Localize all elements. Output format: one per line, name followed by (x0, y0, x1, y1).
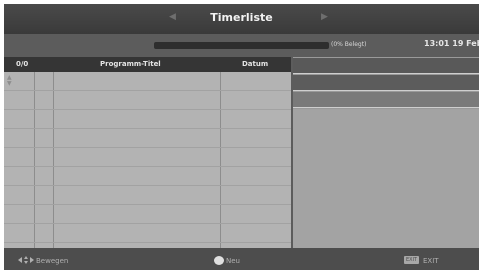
right-arrow-icon[interactable]: ▶ (321, 12, 328, 22)
bottom-hint-bar: Bewegen Neu EXIT EXIT (4, 248, 479, 270)
table-row[interactable] (4, 109, 291, 110)
table-row[interactable] (4, 90, 291, 91)
column-programm-titel: Programm-Titel (100, 60, 161, 68)
white-button-icon[interactable] (214, 256, 224, 265)
new-timer-label[interactable]: Neu (226, 257, 240, 265)
table-row[interactable] (4, 166, 291, 167)
column-divider (34, 72, 35, 248)
info-row (293, 92, 479, 108)
table-row[interactable] (4, 223, 291, 224)
tv-screen: ◀ Timerliste ▶ (0% Belegt) 13:01 19 Feb … (4, 4, 479, 270)
info-row (293, 75, 479, 91)
table-row[interactable] (4, 128, 291, 129)
column-count: 0/0 (16, 60, 29, 68)
table-row[interactable] (4, 242, 291, 243)
timer-table-header: 0/0 Programm-Titel Datum (4, 57, 291, 72)
column-datum: Datum (242, 60, 269, 68)
title-bar: ◀ Timerliste ▶ (4, 4, 479, 34)
table-row[interactable] (4, 185, 291, 186)
exit-label[interactable]: EXIT (423, 257, 439, 265)
info-panel (293, 57, 479, 248)
clock: 13:01 19 Feb (424, 39, 479, 48)
column-divider (220, 72, 221, 248)
table-row[interactable] (4, 204, 291, 205)
info-area (293, 109, 479, 248)
usage-text: (0% Belegt) (331, 41, 367, 48)
scroll-arrows-icon: ▲ ▼ (7, 74, 12, 87)
move-arrows-icon (18, 256, 34, 264)
move-hint-label: Bewegen (36, 257, 69, 265)
timer-list[interactable]: ▲ ▼ (4, 72, 291, 248)
exit-key-icon[interactable]: EXIT (404, 256, 420, 264)
table-row[interactable] (4, 147, 291, 148)
info-row (293, 58, 479, 74)
usage-progress-bar (154, 42, 329, 49)
page-title: Timerliste (210, 11, 273, 24)
column-divider (53, 72, 54, 248)
